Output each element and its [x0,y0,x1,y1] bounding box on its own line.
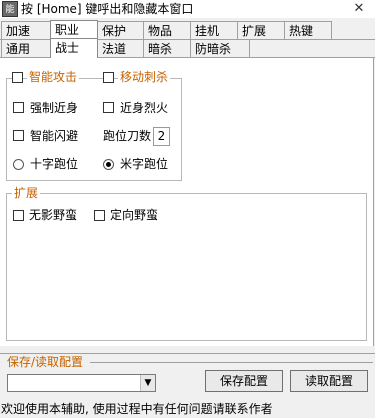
divider [90,362,373,363]
smart-dodge-checkbox[interactable] [13,130,24,141]
save-config-button[interactable]: 保存配置 [205,370,283,392]
close-button[interactable]: ✕ [348,1,370,17]
tab-profession[interactable]: 职业 [50,20,98,40]
directional-label: 定向野蛮 [110,208,159,222]
tab-hotkeys[interactable]: 热键 [284,21,332,40]
status-bar: 欢迎使用本辅助, 使用过程中有任何问题请联系作者 [1,402,273,416]
move-stab-label: 移动刺杀 [118,70,171,84]
load-config-button[interactable]: 读取配置 [290,370,368,392]
smart-attack-label: 智能攻击 [27,70,80,84]
tab-label: 加速 [6,24,31,38]
app-icon: 能 [2,1,18,17]
divider [0,353,375,354]
no-shadow-checkbox[interactable] [13,210,24,221]
melee-fire-checkbox[interactable] [103,102,114,113]
tab-label: 法道 [102,42,127,56]
tab-label: 防暗杀 [195,42,232,56]
tab-label: 热键 [289,24,314,38]
tab-assassinate[interactable]: 暗杀 [143,39,191,58]
window-title: 按 [Home] 键呼出和隐藏本窗口 [21,2,194,16]
smart-attack-checkbox[interactable] [12,72,23,83]
tab-label: 暗杀 [148,42,173,56]
force-melee-label: 强制近身 [30,101,79,115]
tab-label: 职业 [55,23,80,37]
cross-move-radio[interactable] [13,159,24,170]
smart-dodge-label: 智能闪避 [30,129,79,143]
tab-label: 战士 [55,41,80,55]
tab-extension[interactable]: 扩展 [237,21,285,40]
chevron-down-icon[interactable]: ▼ [140,375,155,391]
cross-move-label: 十字跑位 [30,157,79,171]
tab-label: 挂机 [195,24,220,38]
tab-afk[interactable]: 挂机 [190,21,238,40]
tab-protect[interactable]: 保护 [97,21,144,40]
tab-label: 通用 [6,42,31,56]
tab-mage-taoist[interactable]: 法道 [97,39,144,58]
rice-move-radio[interactable] [103,159,114,170]
move-stab-checkbox[interactable] [103,72,114,83]
config-title: 保存/读取配置 [7,355,84,369]
config-select[interactable] [7,374,156,392]
directional-checkbox[interactable] [94,210,105,221]
tab-warrior[interactable]: 战士 [50,38,98,58]
melee-fire-label: 近身烈火 [120,101,169,115]
knife-count-input[interactable]: 2 [153,127,170,146]
tab-items[interactable]: 物品 [143,21,191,40]
tab-speed[interactable]: 加速 [1,21,51,40]
tab-label: 扩展 [242,24,267,38]
force-melee-checkbox[interactable] [13,102,24,113]
tab-label: 物品 [148,24,173,38]
rice-move-label: 米字跑位 [120,157,169,171]
tab-anti-assassinate[interactable]: 防暗杀 [190,39,250,58]
no-shadow-label: 无影野蛮 [29,208,78,222]
tab-label: 保护 [102,24,127,38]
tab-general[interactable]: 通用 [1,39,51,58]
knife-count-label: 跑位刀数 [103,129,152,143]
title-bar: 能 按 [Home] 键呼出和隐藏本窗口 ✕ [0,0,375,18]
extension-title: 扩展 [12,186,41,200]
